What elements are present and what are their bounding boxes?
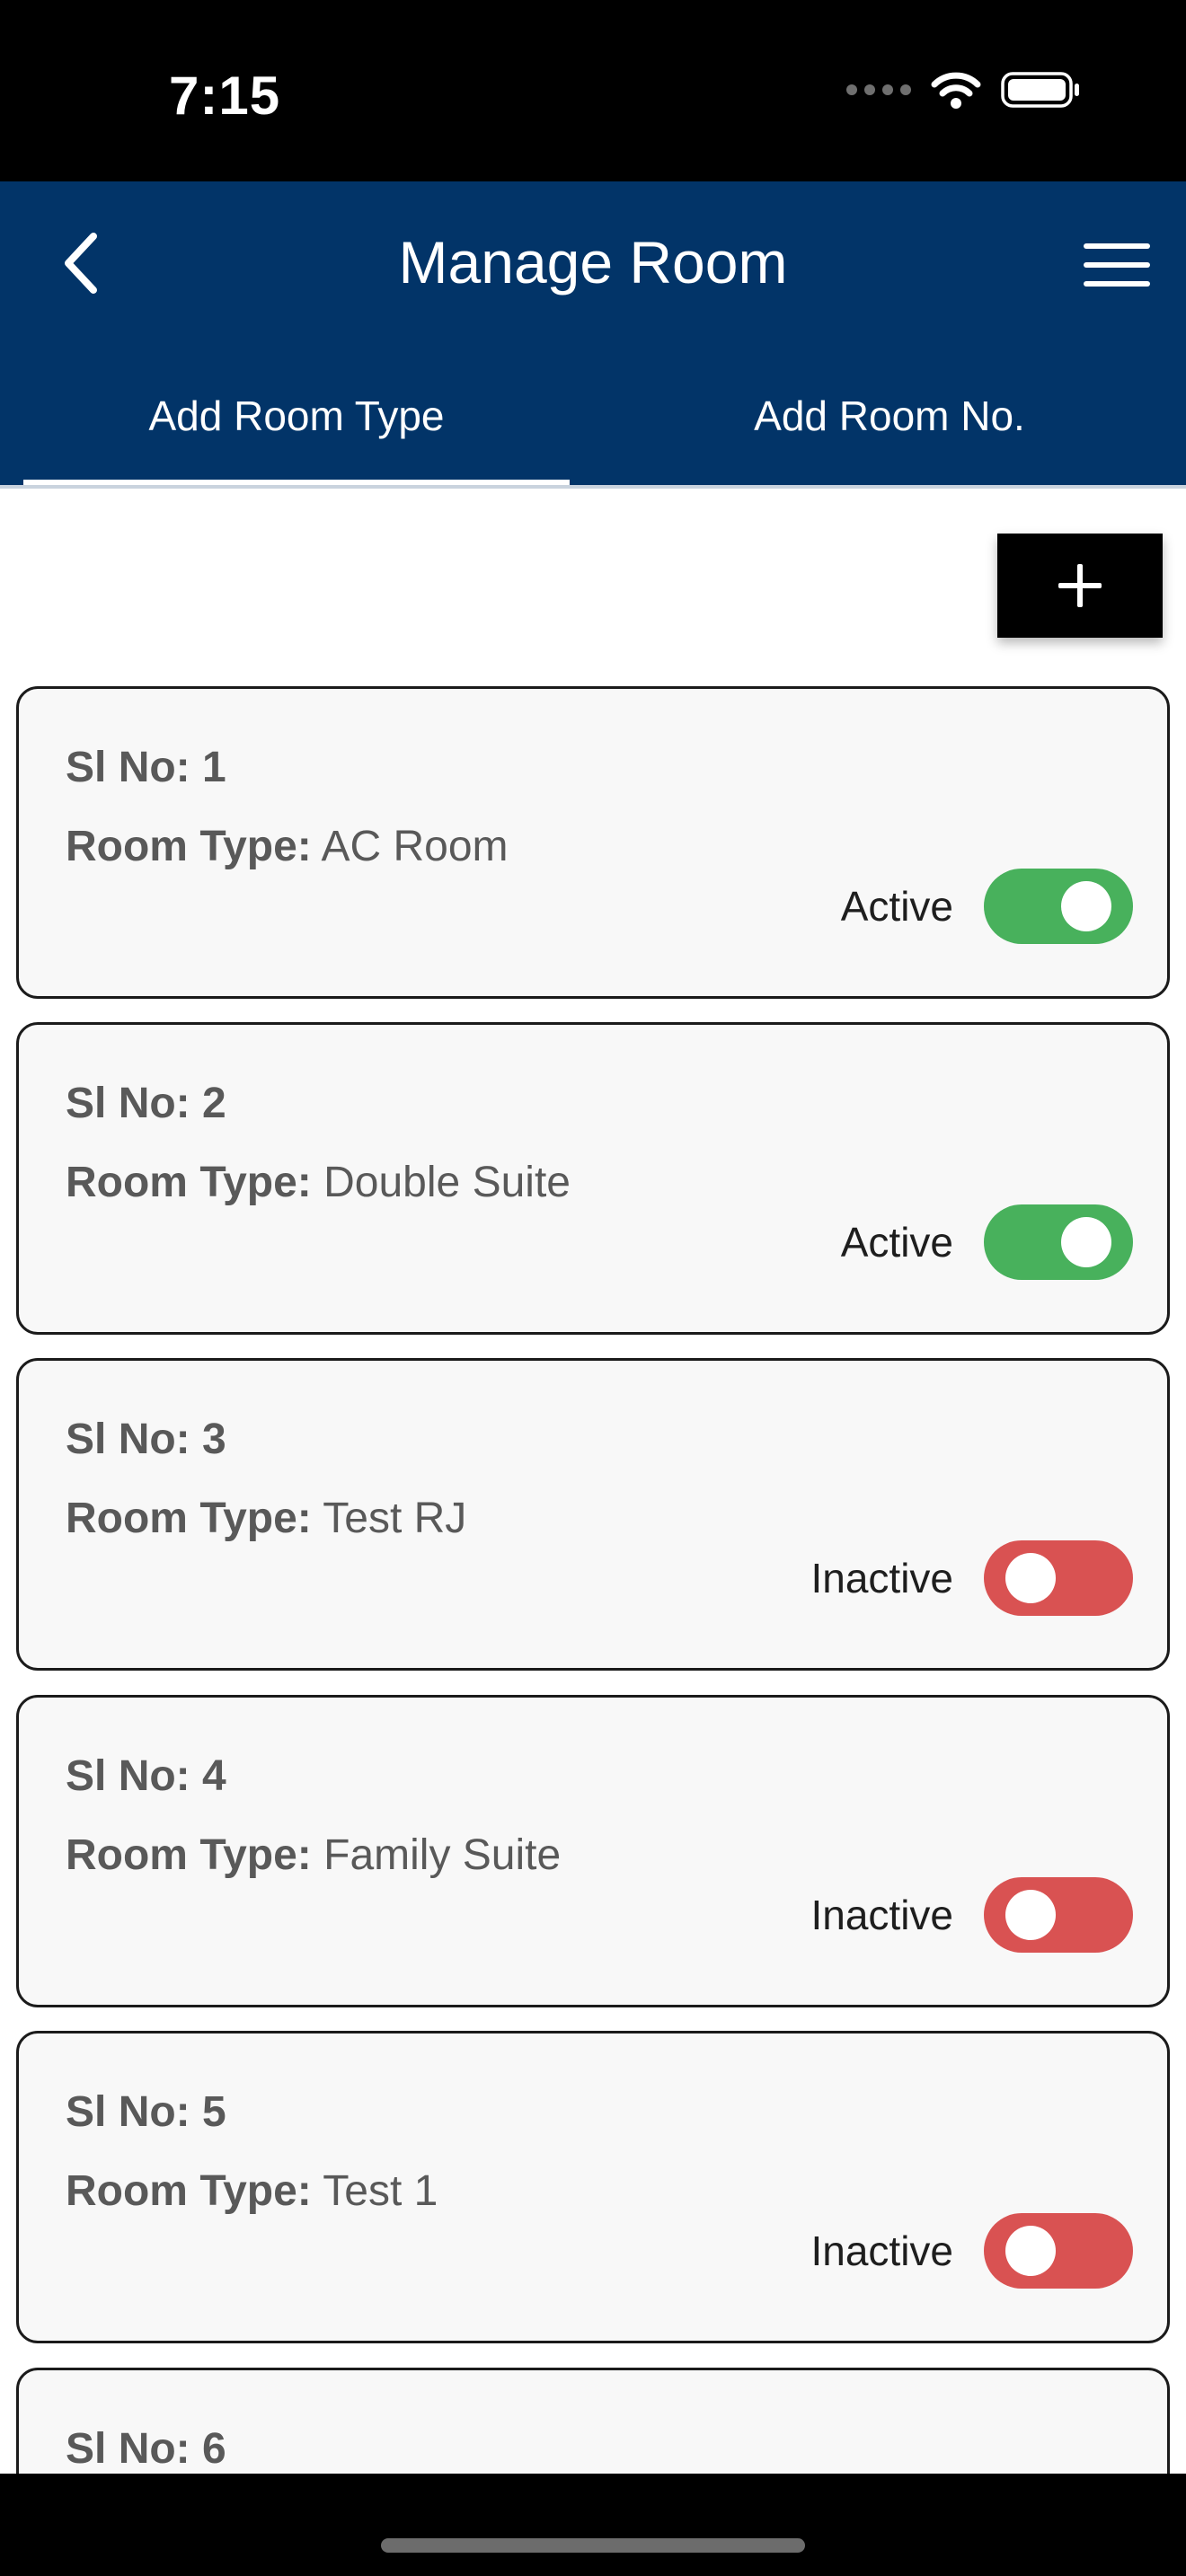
wifi-icon — [931, 72, 981, 109]
status-toggle[interactable] — [984, 1540, 1133, 1616]
status-icons — [846, 70, 1082, 110]
room-type-text: Room Type: Family Suite — [66, 1831, 561, 1880]
status-time: 7:15 — [169, 66, 281, 126]
serial-number: Sl No: 5 — [66, 2088, 226, 2136]
status-row: Inactive — [810, 1540, 1133, 1616]
status-toggle[interactable] — [984, 1204, 1133, 1280]
room-type-label: Room Type: — [66, 823, 312, 870]
room-type-value: Double Suite — [323, 1159, 571, 1206]
room-type-card: Sl No: 4 Room Type: Family Suite Inactiv… — [16, 1695, 1170, 2007]
app-header: Manage Room Add Room Type Add Room No. — [0, 181, 1186, 487]
room-type-label: Room Type: — [66, 1495, 312, 1542]
status-label: Inactive — [810, 1892, 953, 1938]
header-divider — [0, 485, 1186, 489]
room-type-text: Room Type: Double Suite — [66, 1158, 571, 1207]
page-title: Manage Room — [398, 229, 788, 296]
add-room-type-button[interactable] — [997, 534, 1163, 638]
status-label: Inactive — [810, 2228, 953, 2274]
room-type-card: Sl No: 1 Room Type: AC Room Active — [16, 686, 1170, 999]
room-type-text: Room Type: Test RJ — [66, 1494, 466, 1543]
room-type-card: Sl No: 2 Room Type: Double Suite Active — [16, 1022, 1170, 1335]
home-indicator-area — [0, 2474, 1186, 2576]
status-toggle[interactable] — [984, 2213, 1133, 2289]
room-type-value: AC Room — [321, 823, 509, 870]
plus-icon — [1058, 564, 1102, 607]
home-indicator[interactable] — [381, 2538, 805, 2553]
serial-number: Sl No: 2 — [66, 1080, 226, 1127]
status-toggle[interactable] — [984, 869, 1133, 944]
room-type-text: Room Type: Test 1 — [66, 2166, 438, 2216]
room-type-text: Room Type: AC Room — [66, 822, 509, 871]
toggle-knob — [1005, 2226, 1056, 2276]
room-type-label: Room Type: — [66, 2167, 312, 2215]
room-type-value: Test RJ — [323, 1495, 467, 1542]
battery-icon — [1001, 72, 1079, 108]
toggle-knob — [1061, 881, 1111, 931]
status-row: Inactive — [810, 2213, 1133, 2289]
room-type-label: Room Type: — [66, 1831, 312, 1879]
serial-number: Sl No: 1 — [66, 744, 226, 791]
status-row: Inactive — [810, 1877, 1133, 1953]
status-toggle[interactable] — [984, 1877, 1133, 1953]
toggle-knob — [1005, 1890, 1056, 1940]
toggle-knob — [1061, 1217, 1111, 1267]
status-bar: 7:15 — [0, 0, 1186, 181]
serial-number: Sl No: 6 — [66, 2425, 226, 2473]
room-type-value: Test 1 — [323, 2167, 438, 2215]
hamburger-menu-icon — [1084, 243, 1150, 287]
tab-add-room-type[interactable]: Add Room Type — [23, 379, 570, 487]
serial-number: Sl No: 3 — [66, 1416, 226, 1463]
menu-button[interactable] — [1076, 234, 1157, 296]
room-type-label: Room Type: — [66, 1159, 312, 1206]
tab-add-room-no[interactable]: Add Room No. — [593, 379, 1186, 487]
serial-number: Sl No: 4 — [66, 1752, 226, 1800]
toggle-knob — [1005, 1553, 1056, 1603]
status-label: Active — [840, 883, 953, 930]
status-label: Active — [840, 1219, 953, 1266]
status-row: Active — [841, 869, 1133, 944]
room-type-card: Sl No: 3 Room Type: Test RJ Inactive — [16, 1358, 1170, 1671]
status-label: Inactive — [810, 1555, 953, 1601]
signal-dots-icon — [846, 84, 911, 95]
status-row: Active — [841, 1204, 1133, 1280]
room-type-card: Sl No: 5 Room Type: Test 1 Inactive — [16, 2031, 1170, 2343]
room-type-value: Family Suite — [323, 1831, 562, 1879]
